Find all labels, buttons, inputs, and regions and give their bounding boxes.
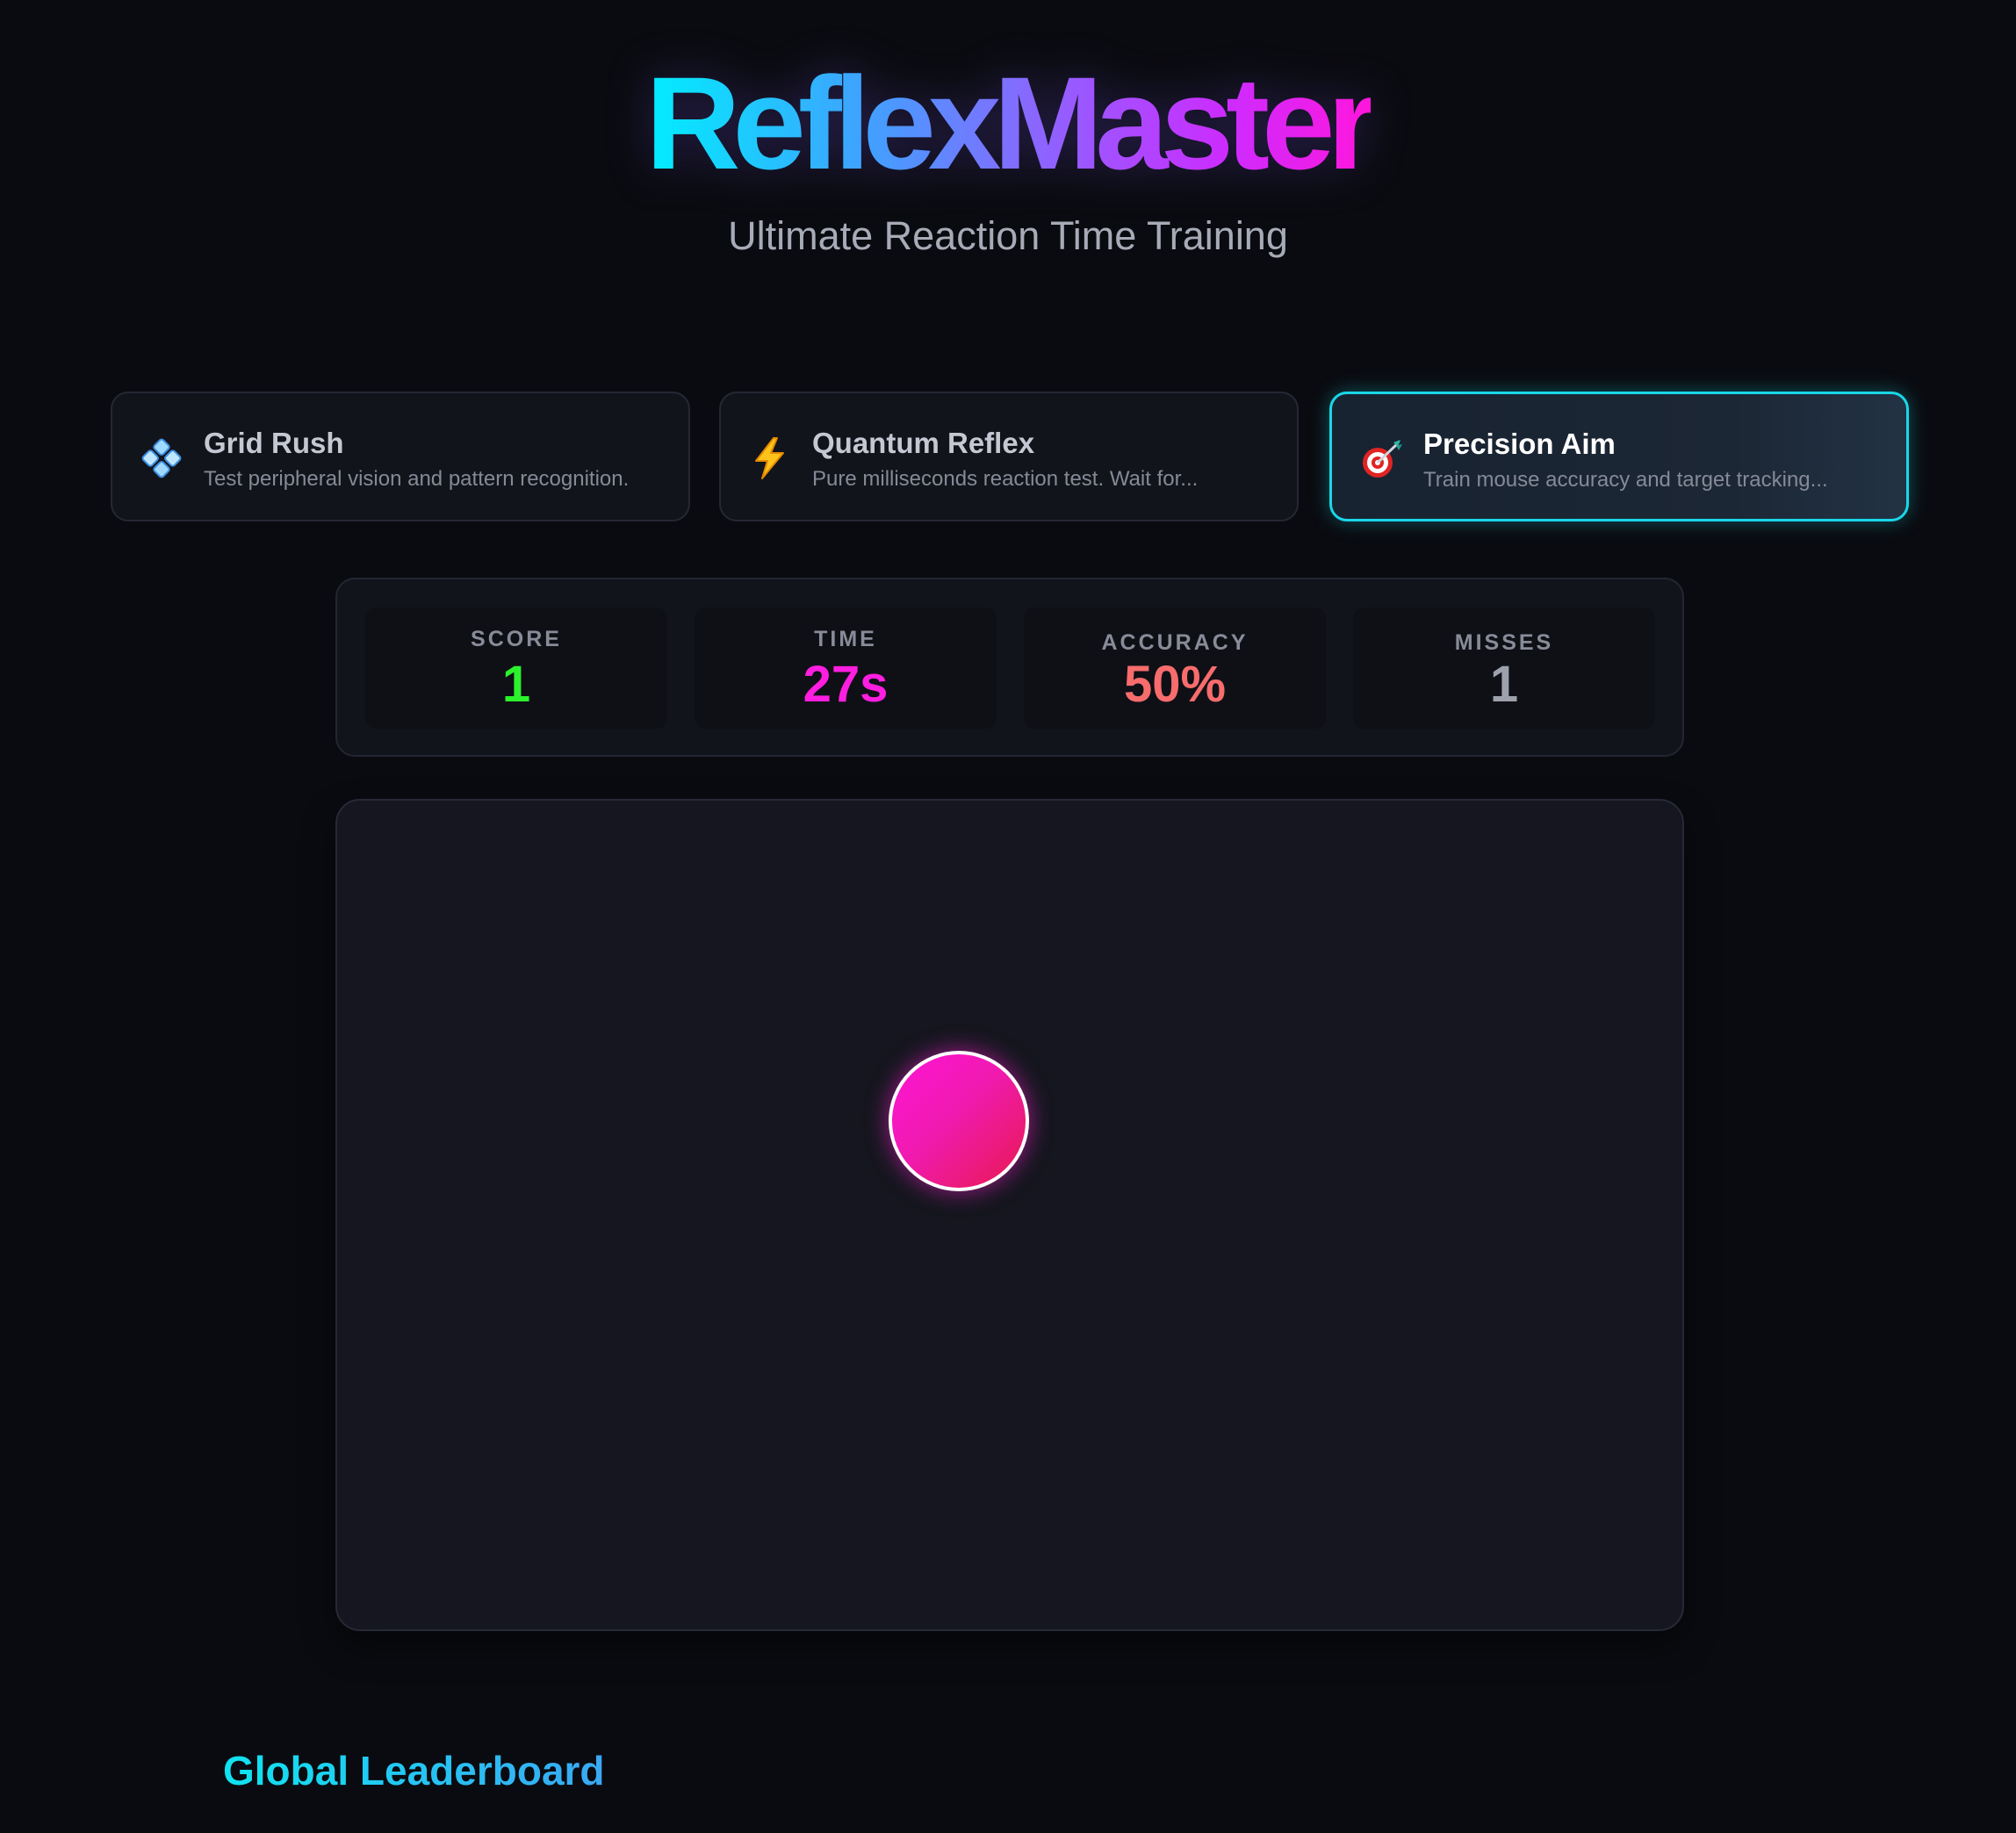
app-subtitle: Ultimate Reaction Time Training	[728, 213, 1288, 258]
stat-label: ACCURACY	[1101, 630, 1249, 655]
mode-card-precision-aim[interactable]: Precision Aim Train mouse accuracy and t…	[1329, 392, 1909, 521]
stat-misses: MISSES 1	[1353, 607, 1655, 729]
mode-description: Pure milliseconds reaction test. Wait fo…	[812, 467, 1199, 491]
mode-name: Grid Rush	[204, 427, 344, 459]
stats-panel: SCORE 1 TIME 27s ACCURACY 50% MISSES 1	[335, 578, 1684, 757]
mode-selector: Grid Rush Test peripheral vision and pat…	[111, 392, 1909, 521]
stat-value: 1	[501, 656, 531, 713]
leaderboard-title: Global Leaderboard	[223, 1748, 605, 1793]
stat-accuracy: ACCURACY 50%	[1024, 607, 1326, 729]
mode-description: Test peripheral vision and pattern recog…	[204, 467, 630, 491]
mode-card-grid-rush[interactable]: Grid Rush Test peripheral vision and pat…	[111, 392, 690, 521]
target-dart-icon	[1358, 436, 1404, 482]
stat-value: 50%	[1123, 656, 1227, 713]
aim-target[interactable]	[889, 1051, 1029, 1191]
stat-score: SCORE 1	[365, 607, 667, 729]
grid-diamond-icon	[139, 435, 184, 481]
app-title: ReflexMaster	[645, 49, 1379, 197]
stat-label: MISSES	[1454, 630, 1554, 655]
app-header: ReflexMaster	[0, 48, 2016, 198]
stat-time: TIME 27s	[695, 607, 997, 729]
stat-label: TIME	[814, 627, 877, 651]
mode-description: Train mouse accuracy and target tracking…	[1423, 468, 1828, 492]
stat-label: SCORE	[471, 627, 562, 651]
mode-card-quantum-reflex[interactable]: Quantum Reflex Pure milliseconds reactio…	[719, 392, 1299, 521]
stat-value: 27s	[803, 656, 889, 713]
lightning-icon	[747, 435, 793, 481]
mode-name: Precision Aim	[1423, 428, 1616, 460]
stat-value: 1	[1489, 656, 1519, 713]
mode-name: Quantum Reflex	[812, 427, 1035, 459]
game-area[interactable]	[335, 799, 1684, 1631]
